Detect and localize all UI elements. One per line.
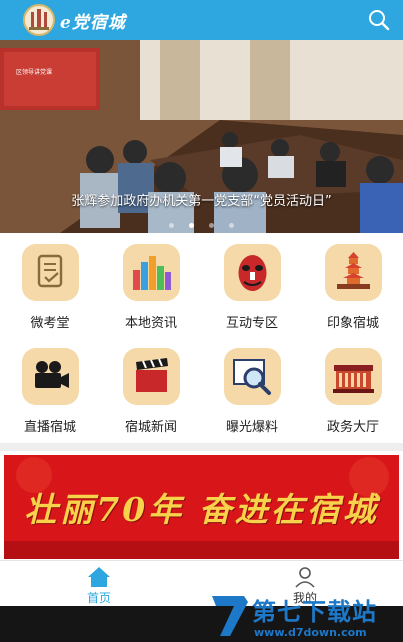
home-icon [88,567,110,587]
carousel-dot[interactable] [209,223,215,228]
grid-item-label: 微考堂 [30,316,70,331]
tab-home[interactable]: 首页 [39,563,159,607]
grid-item-label: 互动专区 [225,316,278,331]
search-icon [369,10,390,31]
pagoda-icon [325,244,382,301]
promo-slogan: 壮丽70年 奋进在宿城 [24,490,379,529]
grid-item-label: 宿城新闻 [124,420,177,435]
site-watermark: 第七下载站 www.d7down.com [208,588,403,642]
screen-slide-text: 区领导讲党课 [16,68,52,76]
grid-item-live[interactable]: 直播宿城 [0,337,100,441]
news-carousel[interactable]: 区领导讲党课 张辉参加政府办机关第一党支部“党员活动日” [0,40,403,233]
mask-icon [224,244,281,301]
user-icon [295,567,315,588]
feature-grid: 微考堂 本地资讯 互动专区 印象宿城 直播宿城 宿城新闻 曝光爆料 政务大厅 [0,233,403,441]
grid-item-label: 直播宿城 [23,420,76,435]
grid-item-interactive[interactable]: 互动专区 [202,233,302,337]
watermark-title: 第七下载站 [252,598,377,626]
video-camera-icon [22,348,79,405]
search-button[interactable] [367,8,391,32]
carousel-indicators [0,213,403,232]
carousel-dot-active[interactable] [188,223,194,228]
grid-item-exam[interactable]: 微考堂 [0,233,100,337]
section-divider [0,443,403,451]
grid-item-news[interactable]: 宿城新闻 [101,337,201,441]
top-app-bar: e党宿城 [0,0,403,40]
clapperboard-icon [123,348,180,405]
grid-item-gov-hall[interactable]: 政务大厅 [303,337,403,441]
carousel-dot[interactable] [168,223,174,228]
city-buildings-icon [123,244,180,301]
magnifier-icon [224,348,281,405]
grid-item-local-news[interactable]: 本地资讯 [101,233,201,337]
grid-item-label: 本地资讯 [124,316,177,331]
watermark-logo-icon [212,596,248,636]
carousel-dot[interactable] [229,223,235,228]
watermark-url: www.d7down.com [254,626,367,639]
exam-paper-icon [22,244,79,301]
grid-item-label: 印象宿城 [326,316,379,331]
grid-item-label: 政务大厅 [326,420,379,435]
grid-item-exposure[interactable]: 曝光爆料 [202,337,302,441]
government-hall-icon [325,348,382,405]
app-logo-icon [23,4,55,36]
grid-item-impression[interactable]: 印象宿城 [303,233,403,337]
promo-banner[interactable]: 壮丽70年 奋进在宿城 [4,455,399,559]
tab-label: 首页 [86,591,111,605]
grid-item-label: 曝光爆料 [225,420,278,435]
carousel-caption: 张辉参加政府办机关第一党支部“党员活动日” [71,194,332,209]
app-title: e党宿城 [60,13,126,33]
